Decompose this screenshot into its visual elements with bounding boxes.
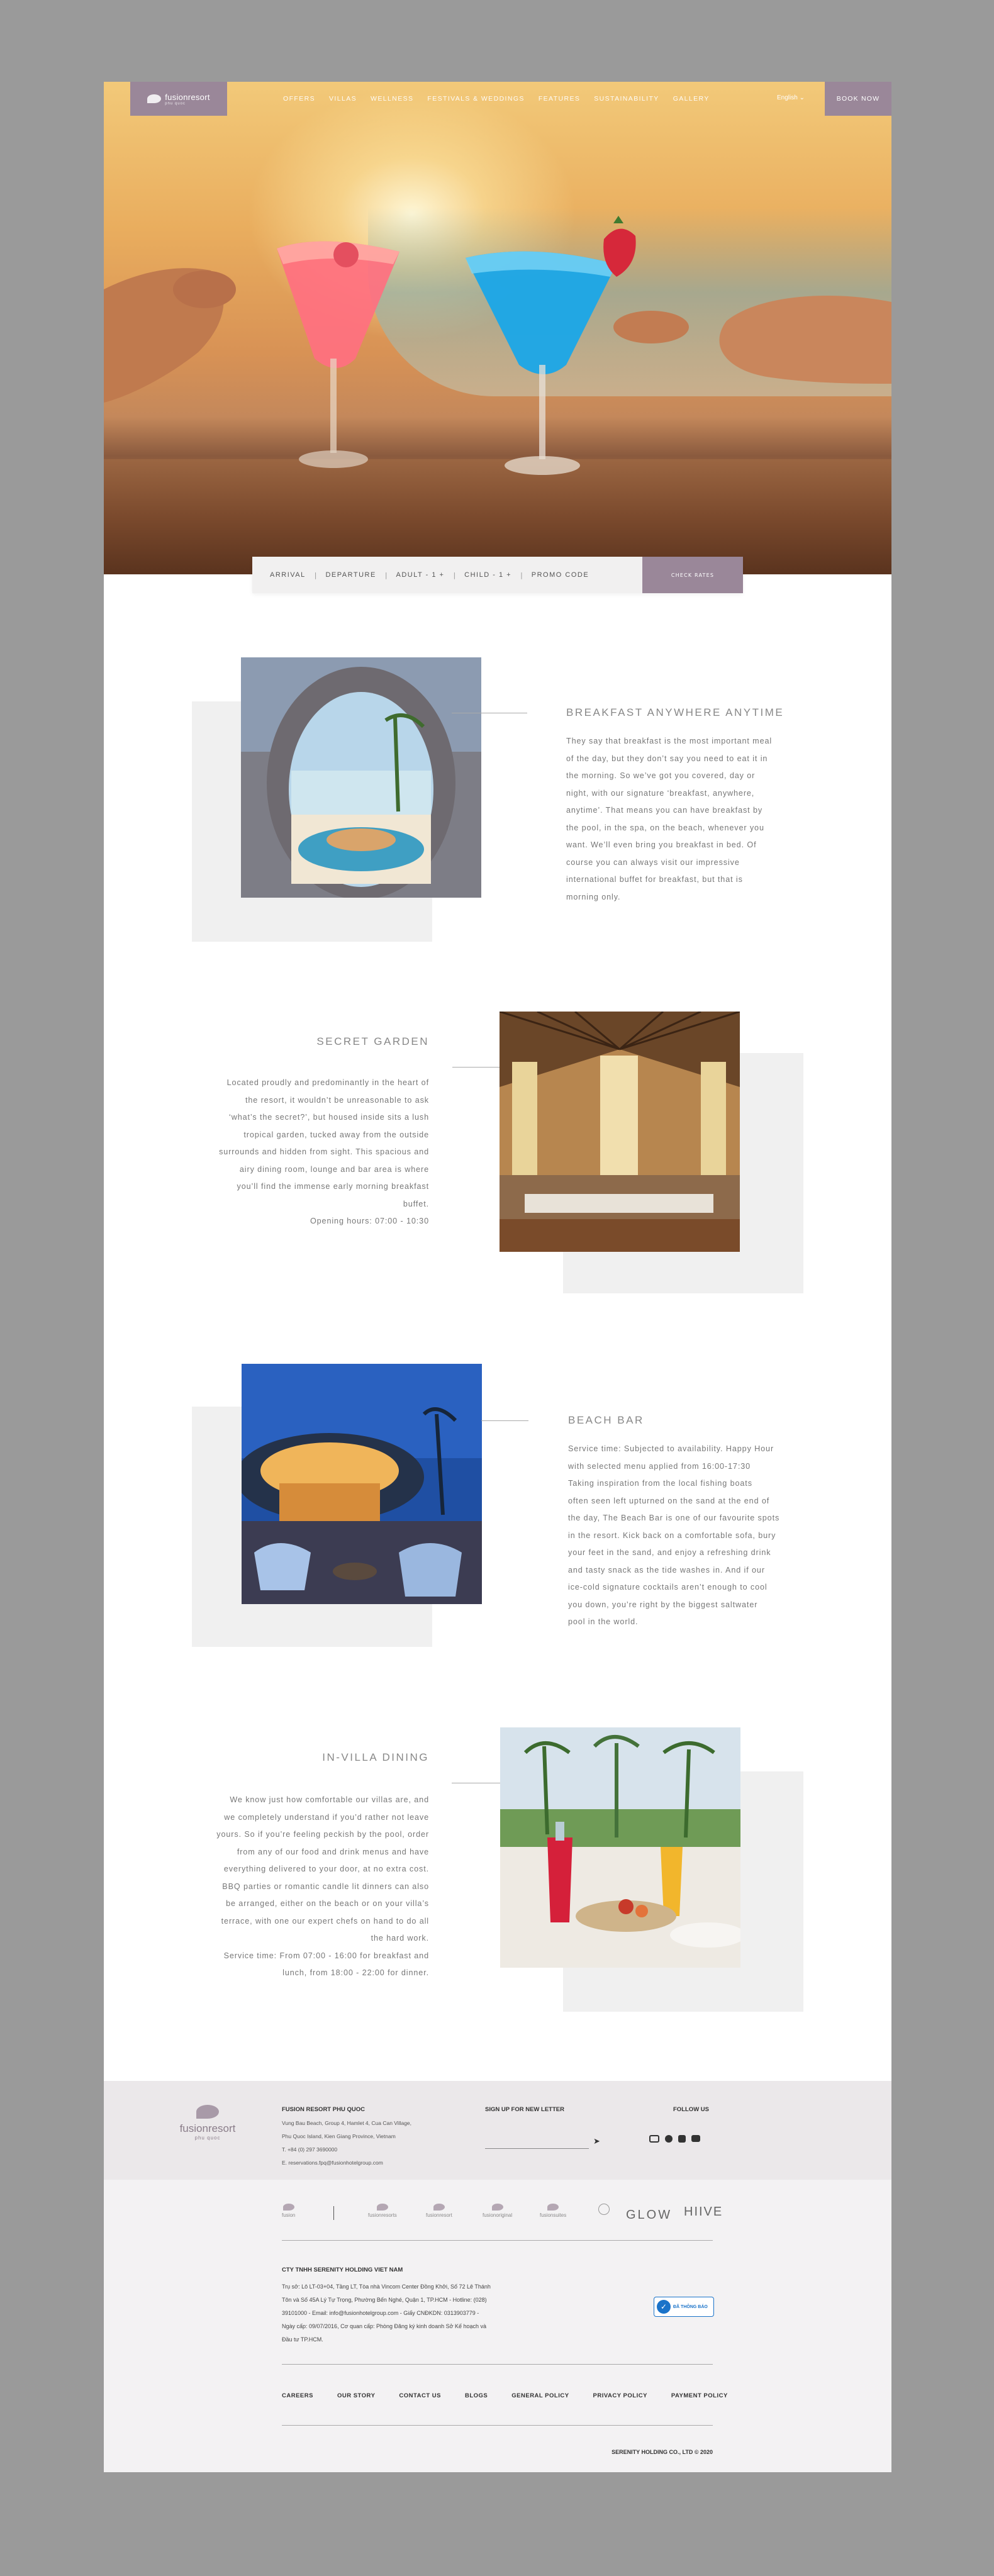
phone-link[interactable]: T. +84 (0) 297 3690000 [282,2146,337,2153]
brand-fusionresort[interactable]: fusionresort [426,2204,452,2218]
cocktail-glasses-illustration [104,216,891,475]
divider [282,2240,713,2241]
address-line: Vung Bau Beach, Group 4, Hamlet 4, Cua C… [282,2120,412,2126]
bird-logo-icon [147,94,162,103]
brand-fusionresorts[interactable]: fusionresorts [368,2204,397,2218]
top-navigation: fusionresort phu quoc OFFERS VILLAS WELLN… [104,82,891,116]
beach-bar-photo [242,1364,482,1604]
link-our-story[interactable]: OUR STORY [337,2392,375,2399]
brand-logo-icon [491,2204,503,2211]
facebook-icon[interactable] [665,2135,673,2143]
nav-festivals-weddings[interactable]: FESTIVALS & WEDDINGS [427,95,524,103]
adult-stepper[interactable]: ADULT - 1 + [388,571,454,579]
resort-title: FUSION RESORT PHU QUOC [282,2106,365,2113]
booking-bar: ARRIVAL | DEPARTURE | ADULT - 1 + | CHIL… [252,557,743,593]
departure-field[interactable]: DEPARTURE [316,571,384,579]
section-breakfast: BREAKFAST ANYWHERE ANYTIME They say that… [104,657,891,984]
divider-line [452,1067,500,1068]
brand-fusion[interactable]: fusion [282,2204,295,2218]
promo-code-field[interactable]: PROMO CODE [523,571,598,579]
bird-logo-icon [196,2105,219,2119]
footer-contact: fusionresort phu quoc FUSION RESORT PHU … [104,2081,891,2180]
link-payment-policy[interactable]: PAYMENT POLICY [671,2392,728,2399]
footer-logo-name: fusionresort [179,2122,236,2134]
nav-villas[interactable]: VILLAS [329,95,357,103]
send-icon[interactable]: ➤ [593,2136,600,2146]
brand-logo-icon [547,2204,559,2211]
brand-logo-icon [376,2204,388,2211]
copyright: SERENITY HOLDING CO., LTD © 2020 [611,2449,713,2455]
garden-photo [500,1012,740,1252]
link-blogs[interactable]: BLOGS [465,2392,488,2399]
footer-logo[interactable]: fusionresort phu quoc [167,2105,248,2141]
brand-fusionoriginal[interactable]: fusionoriginal [483,2204,512,2218]
link-privacy-policy[interactable]: PRIVACY POLICY [593,2392,647,2399]
section-title: BREAKFAST ANYWHERE ANYTIME [566,706,785,718]
youtube-icon[interactable] [691,2135,700,2142]
section-title: IN-VILLA DINING [322,1751,429,1763]
newsletter-email-input[interactable] [485,2135,589,2149]
brand-emblem[interactable] [598,2204,610,2215]
chevron-down-icon: ⌄ [799,94,805,101]
divider-line [481,1420,528,1421]
link-careers[interactable]: CAREERS [282,2392,313,2399]
section-title: SECRET GARDEN [316,1035,429,1047]
section-title: BEACH BAR [568,1414,644,1426]
breakfast-photo [241,657,481,898]
emblem-icon [598,2204,610,2215]
nav-offers[interactable]: OFFERS [283,95,315,103]
follow-title: FOLLOW US [673,2106,709,2113]
address-line: Phu Quoc Island, Kien Giang Province, Vi… [282,2133,396,2139]
check-rates-button[interactable]: CHECK RATES [642,557,743,593]
company-title: CTY TNHH SERENITY HOLDING VIET NAM [282,2267,403,2273]
section-text: Located proudly and predominantly in the… [219,1078,429,1225]
social-icons [649,2135,700,2143]
divider [282,2364,713,2365]
section-text: Service time: Subjected to availability.… [568,1444,780,1626]
logo-name: fusionresort [165,92,210,102]
in-villa-dining-photo [500,1727,740,1968]
instagram-icon[interactable] [678,2135,686,2143]
book-now-button[interactable]: BOOK NOW [825,82,891,116]
brand-logo-icon [282,2204,294,2211]
link-general-policy[interactable]: GENERAL POLICY [511,2392,569,2399]
nav-sustainability[interactable]: SUSTAINABILITY [594,95,659,103]
brand-glow[interactable]: GLOW [626,2208,672,2222]
email-link[interactable]: E. reservations.fpq@fusionhotelgroup.com [282,2160,383,2166]
footer-bottom: fusion fusionresorts fusionresort fusion… [104,2180,891,2472]
footer-logo-subtitle: phu quoc [194,2135,221,2141]
brand-logo-icon [433,2204,445,2211]
newsletter-title: SIGN UP FOR NEW LETTER [485,2106,564,2113]
section-beach-bar: BEACH BAR Service time: Subjected to ava… [104,1364,891,1691]
language-selector[interactable]: English ⌄ [777,94,805,101]
tripadvisor-icon[interactable] [649,2135,659,2143]
divider [333,2206,334,2220]
brand-fusionsuites[interactable]: fusionsuites [540,2204,566,2218]
company-info: Trụ sở: Lô LT-03+04, Tầng LT, Tòa nhà Vi… [282,2283,491,2343]
link-contact-us[interactable]: CONTACT US [399,2392,441,2399]
section-secret-garden: SECRET GARDEN Located proudly and predom… [104,1012,891,1339]
hero-image: fusionresort phu quoc OFFERS VILLAS WELLN… [104,82,891,574]
checkmark-icon: ✓ [657,2300,671,2314]
logo-subtitle: phu quoc [165,101,186,106]
registered-badge[interactable]: ✓ ĐÃ THÔNG BÁO [654,2297,714,2317]
nav-wellness[interactable]: WELLNESS [371,95,413,103]
website: fusionresort phu quoc OFFERS VILLAS WELLN… [104,82,891,2472]
divider [282,2425,713,2426]
section-text: We know just how comfortable our villas … [216,1795,429,1977]
footer-links: CAREERS OUR STORY CONTACT US BLOGS GENER… [282,2392,728,2399]
main-menu: OFFERS VILLAS WELLNESS FESTIVALS & WEDDI… [283,82,710,116]
section-text: They say that breakfast is the most impo… [566,737,773,901]
brand-hiive[interactable]: HIIVE [684,2205,723,2219]
nav-features[interactable]: FEATURES [539,95,580,103]
section-in-villa-dining: IN-VILLA DINING We know just how comfort… [104,1727,891,2055]
arrival-field[interactable]: ARRIVAL [252,571,315,579]
site-logo[interactable]: fusionresort phu quoc [130,82,227,116]
child-stepper[interactable]: CHILD - 1 + [455,571,520,579]
nav-gallery[interactable]: GALLERY [673,95,710,103]
language-label: English [777,94,798,101]
